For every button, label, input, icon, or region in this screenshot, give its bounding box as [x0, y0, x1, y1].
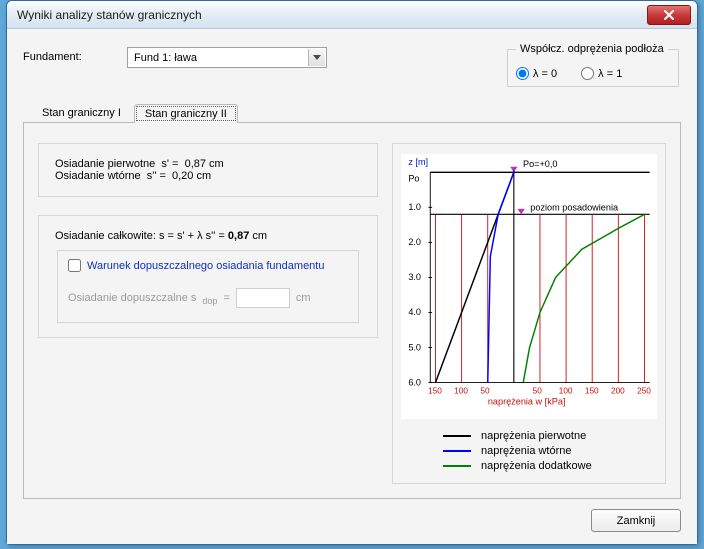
total-settlement-prefix: Osiadanie całkowite: s = s' + λ s'' = [55, 230, 228, 242]
secondary-settlement-line: Osiadanie wtórne s'' = 0,20 cm [55, 170, 361, 182]
chart-panel: z [m] Po=+0,0 Po poziom posadowienia 1.0 2.0 3… [392, 143, 666, 484]
svg-text:50: 50 [480, 387, 490, 396]
fundament-label: Fundament: [23, 47, 115, 63]
legend-swatch-black [443, 435, 471, 437]
svg-text:6.0: 6.0 [408, 377, 421, 387]
legend-label-primary: naprężenia pierwotne [481, 430, 586, 442]
primary-settlement-line: Osiadanie pierwotne s' = 0,87 cm [55, 158, 361, 170]
total-settlement-line: Osiadanie całkowite: s = s' + λ s'' = 0,… [55, 230, 361, 242]
svg-text:2.0: 2.0 [408, 237, 421, 247]
allowable-checkbox[interactable] [68, 259, 81, 272]
svg-text:150: 150 [428, 387, 442, 396]
svg-text:250: 250 [637, 387, 651, 396]
total-settlement-value: 0,87 [228, 230, 249, 242]
allowable-input-sub: dop [202, 296, 217, 306]
left-column: Osiadanie pierwotne s' = 0,87 cm Osiadan… [38, 143, 378, 484]
combo-dropdown-button[interactable] [308, 49, 325, 66]
close-icon [663, 10, 675, 20]
total-settlement-unit: cm [249, 230, 267, 242]
allowable-check-label: Warunek dopuszczalnego osiadania fundame… [87, 260, 324, 272]
titlebar: Wyniki analizy stanów granicznych [7, 1, 697, 29]
allowable-input-unit: cm [296, 292, 311, 304]
radio-lambda-1-label: λ = 1 [598, 68, 622, 80]
client-area: Fundament: Fund 1: ława Współcz. odpręże… [7, 29, 697, 544]
legend-swatch-green [443, 465, 471, 467]
tab-limit-state-2-label: Stan graniczny II [145, 108, 227, 120]
allowable-input-label: Osiadanie dopuszczalne s [68, 292, 196, 304]
close-button-label: Zamknij [617, 515, 656, 527]
radio-lambda-0-input[interactable] [516, 67, 529, 80]
tab-limit-state-2[interactable]: Stan graniczny II [134, 104, 238, 123]
fundament-select[interactable]: Fund 1: ława [127, 47, 327, 68]
svg-text:100: 100 [454, 387, 468, 396]
settlement-panel: Osiadanie pierwotne s' = 0,87 cm Osiadan… [38, 143, 378, 197]
chart-legend: naprężenia pierwotne naprężenia wtórne n… [401, 419, 657, 475]
footer: Zamknij [23, 499, 681, 532]
allowable-check-row: Warunek dopuszczalnego osiadania fundame… [68, 259, 348, 272]
radio-lambda-1-input[interactable] [581, 67, 594, 80]
svg-text:4.0: 4.0 [408, 307, 421, 317]
legend-row-secondary: naprężenia wtórne [443, 445, 657, 457]
svg-text:1.0: 1.0 [408, 202, 421, 212]
legend-label-additional: naprężenia dodatkowe [481, 460, 592, 472]
svg-text:z [m]: z [m] [408, 157, 428, 167]
tab-body: Osiadanie pierwotne s' = 0,87 cm Osiadan… [23, 122, 681, 499]
svg-text:150: 150 [585, 387, 599, 396]
svg-text:100: 100 [559, 387, 573, 396]
allowable-input-row: Osiadanie dopuszczalne s dop = cm [68, 288, 348, 308]
chevron-down-icon [313, 55, 321, 60]
allowable-input-eq: = [223, 292, 229, 304]
legend-label-secondary: naprężenia wtórne [481, 445, 572, 457]
relief-legend: Współcz. odprężenia podłoża [516, 43, 668, 55]
legend-row-primary: naprężenia pierwotne [443, 430, 657, 442]
close-button[interactable]: Zamknij [591, 509, 681, 532]
window-title: Wyniki analizy stanów granicznych [17, 8, 647, 22]
tab-limit-state-1[interactable]: Stan graniczny I [31, 103, 132, 123]
radio-lambda-0-label: λ = 0 [533, 68, 557, 80]
total-settlement-panel: Osiadanie całkowite: s = s' + λ s'' = 0,… [38, 215, 378, 338]
radio-lambda-0[interactable]: λ = 0 [516, 67, 557, 80]
radio-lambda-1[interactable]: λ = 1 [581, 67, 622, 80]
tabstrip: Stan graniczny I Stan graniczny II [23, 102, 681, 122]
svg-text:3.0: 3.0 [408, 272, 421, 282]
svg-text:Po: Po [408, 173, 419, 183]
relief-radios: λ = 0 λ = 1 [516, 67, 670, 80]
tab-limit-state-1-label: Stan graniczny I [42, 107, 121, 119]
svg-text:naprężenia w [kPa]: naprężenia w [kPa] [488, 397, 566, 407]
svg-text:50: 50 [533, 387, 543, 396]
svg-text:Po=+0,0: Po=+0,0 [523, 159, 558, 169]
legend-row-additional: naprężenia dodatkowe [443, 460, 657, 472]
svg-text:200: 200 [611, 387, 625, 396]
allowable-input[interactable] [236, 288, 290, 308]
allowable-groupbox: Warunek dopuszczalnego osiadania fundame… [57, 250, 359, 323]
window-close-button[interactable] [647, 5, 691, 25]
relief-groupbox: Współcz. odprężenia podłoża λ = 0 λ = 1 [507, 43, 679, 87]
svg-text:5.0: 5.0 [408, 342, 421, 352]
legend-swatch-blue [443, 450, 471, 452]
fundament-selected-value: Fund 1: ława [134, 52, 197, 64]
svg-text:poziom posadowienia: poziom posadowienia [530, 203, 619, 213]
chart: z [m] Po=+0,0 Po poziom posadowienia 1.0 2.0 3… [401, 154, 657, 419]
dialog-window: Wyniki analizy stanów granicznych Fundam… [6, 0, 698, 545]
